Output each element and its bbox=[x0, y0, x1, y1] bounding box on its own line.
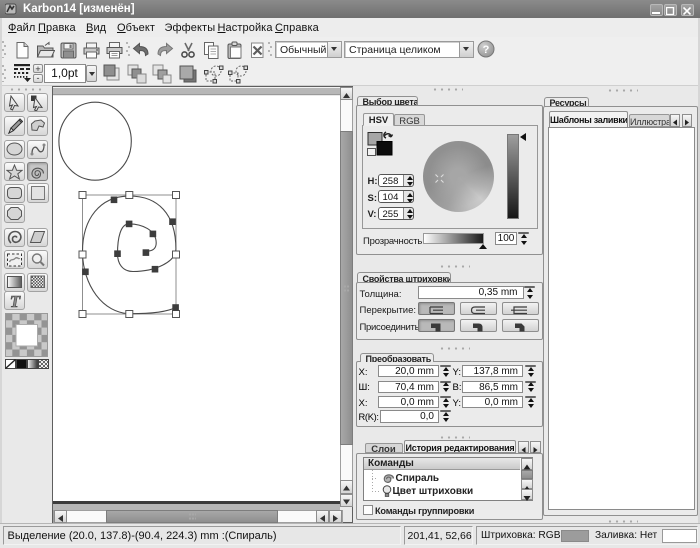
svg-text:?: ? bbox=[483, 44, 490, 56]
svg-text:T: T bbox=[9, 293, 20, 309]
